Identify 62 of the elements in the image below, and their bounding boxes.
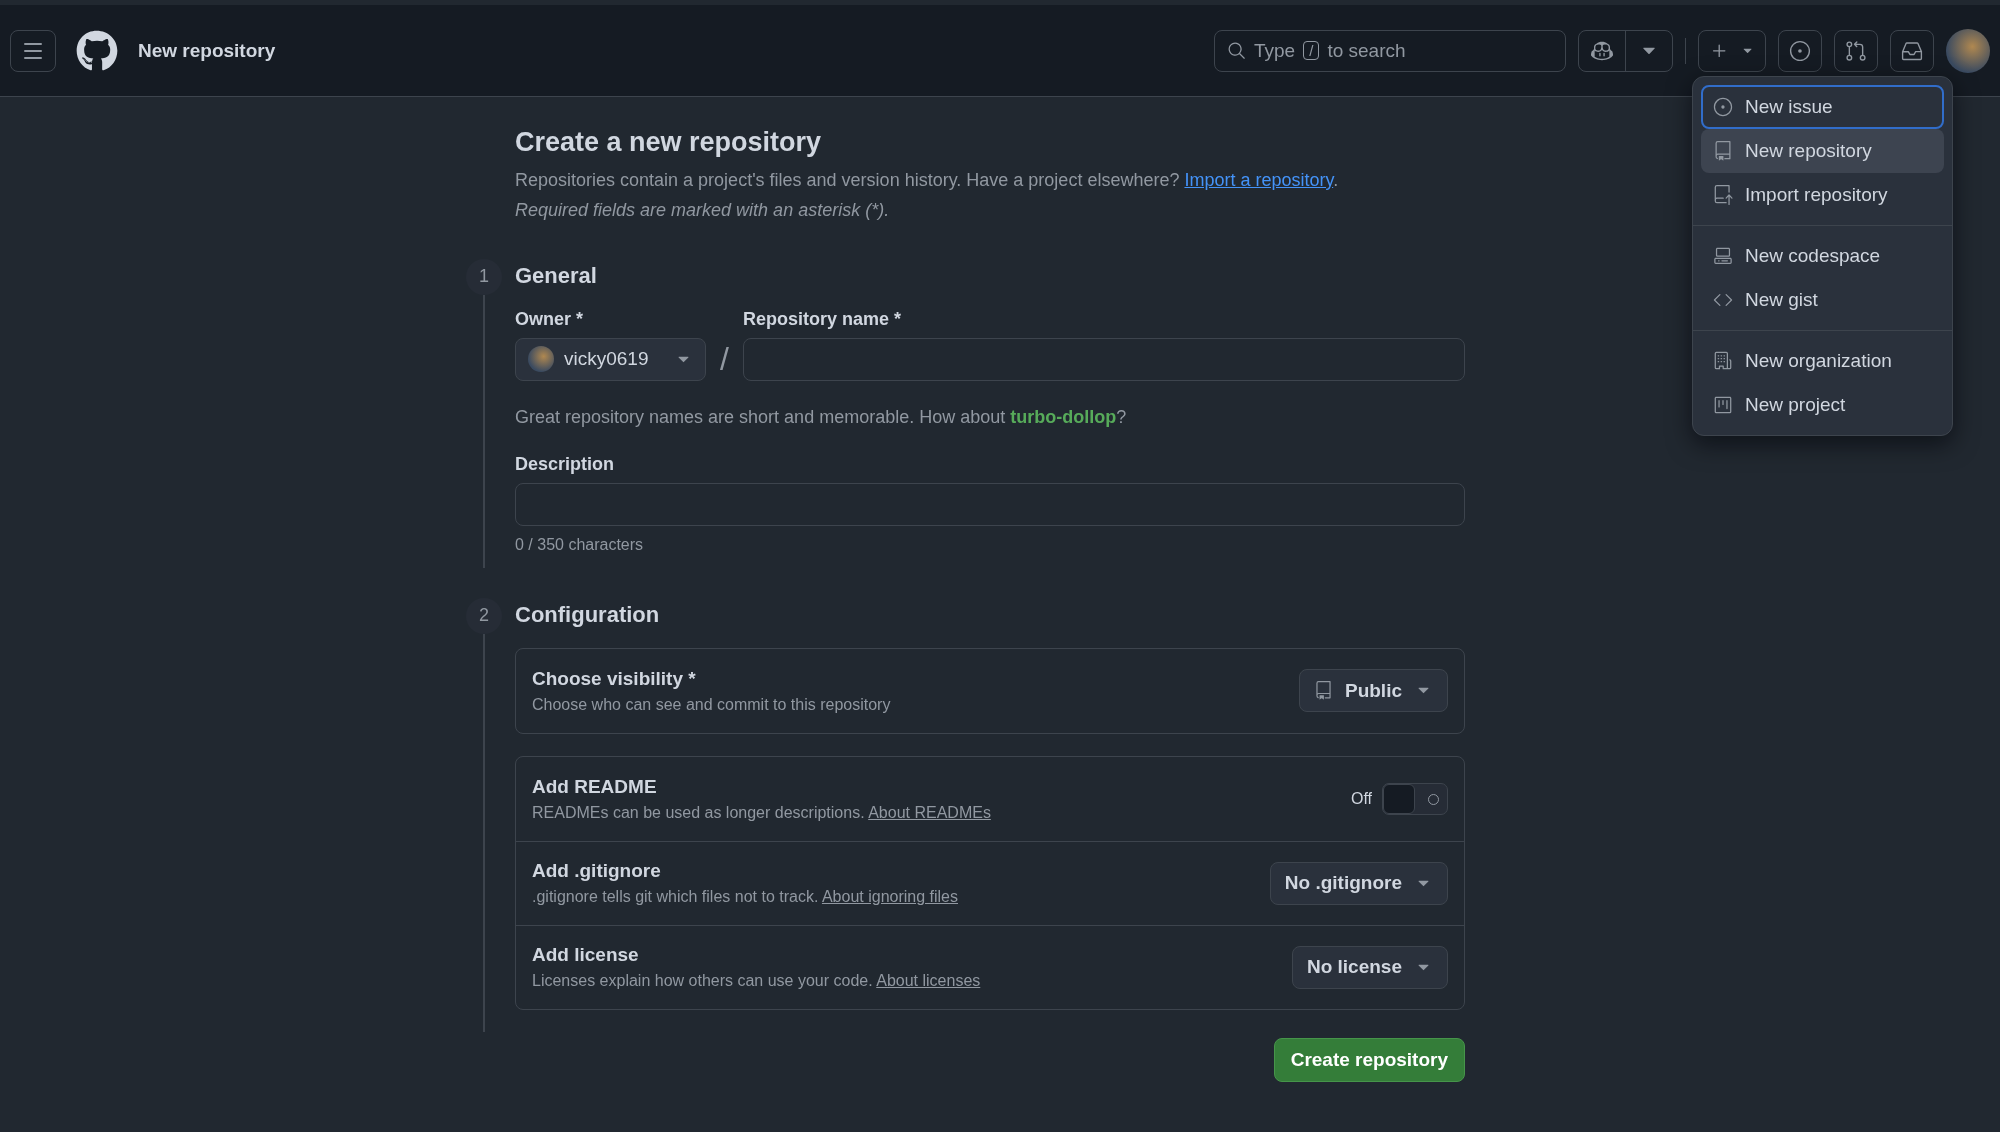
description-field[interactable] — [515, 482, 1465, 526]
menu-item[interactable]: New gist — [1701, 278, 1944, 322]
pull-request-icon — [1845, 39, 1867, 62]
menu-item[interactable]: New project — [1701, 383, 1944, 427]
option-description: Choose who can see and commit to this repository — [532, 695, 891, 714]
section-title: Configuration — [515, 601, 661, 628]
visibility-dropdown[interactable]: Public — [1299, 669, 1448, 713]
option-dropdown[interactable]: No .gitignore — [1269, 861, 1448, 905]
help-link[interactable]: About ignoring files — [821, 888, 958, 906]
option-title: Add .gitignore — [532, 860, 662, 883]
issues-button[interactable] — [1778, 29, 1822, 72]
copilot-button-group[interactable] — [1578, 29, 1673, 72]
project-board-icon — [1713, 395, 1733, 415]
avatar — [528, 346, 554, 373]
option-title: Choose visibility * — [532, 667, 697, 690]
option-title: Add README — [532, 775, 658, 798]
octocat-logo-icon — [76, 29, 118, 72]
laptop-icon — [1713, 246, 1733, 266]
option-title: Add license — [532, 944, 640, 967]
option-dropdown[interactable]: No license — [1291, 945, 1448, 989]
intro-text: Repositories contain a project's files and version history. Have a project elsewhere? Import a repository. — [515, 169, 1340, 192]
search-icon — [1227, 41, 1246, 60]
repository-name-field[interactable] — [742, 337, 1465, 381]
inbox-icon — [1901, 39, 1923, 62]
required-note: Required fields are marked with an asterisk (*). — [515, 199, 891, 223]
section-title: General — [515, 262, 598, 289]
help-link[interactable]: About licenses — [876, 972, 981, 990]
menu-button[interactable] — [10, 29, 56, 72]
page-heading: Create a new repository — [515, 127, 823, 158]
field-label: Owner * — [515, 308, 585, 330]
name-hint: Great repository names are short and memorable. How about turbo-dollop? — [515, 406, 1128, 428]
help-link[interactable]: About READMEs — [868, 803, 991, 821]
slash-separator: / — [720, 339, 729, 379]
page-title: New repository — [138, 39, 276, 62]
inbox-button[interactable] — [1890, 29, 1934, 72]
menu-item[interactable]: New codespace — [1701, 234, 1944, 278]
owner-dropdown[interactable]: vicky0619 — [515, 337, 706, 381]
repo-icon — [1314, 681, 1333, 701]
menu-item[interactable]: New repository — [1701, 129, 1944, 173]
pull-requests-button[interactable] — [1834, 29, 1878, 72]
option-description: Licenses explain how others can use your code. About licenses — [532, 972, 981, 991]
search-field[interactable]: Type / to search — [1214, 29, 1566, 72]
copilot-icon — [1591, 39, 1613, 62]
repo-icon — [1713, 141, 1733, 161]
step-number: 2 — [466, 597, 502, 634]
user-avatar[interactable] — [1946, 28, 1990, 73]
option-description: .gitignore tells git which files not to track. About ignoring files — [532, 888, 958, 907]
toggle-state: Off — [1350, 789, 1372, 808]
menu-item[interactable]: New organization — [1701, 339, 1944, 383]
character-counter: 0 / 350 characters — [515, 535, 645, 554]
keyboard-key: / — [1303, 41, 1320, 60]
create-repository-button[interactable]: Create repository — [1273, 1037, 1465, 1082]
import-link[interactable]: Import a repository — [1184, 170, 1334, 190]
step-number: 1 — [466, 258, 502, 295]
repo-push-icon — [1713, 185, 1733, 205]
field-label: Repository name * — [742, 308, 902, 330]
menu-item[interactable]: New issue — [1701, 85, 1944, 129]
field-label: Description — [515, 453, 616, 475]
toggle-switch[interactable] — [1382, 782, 1448, 815]
option-description: READMEs can be used as longer descriptions. About READMEs — [532, 803, 991, 822]
building-icon — [1713, 351, 1733, 371]
menu-item[interactable]: Import repository — [1701, 173, 1944, 217]
